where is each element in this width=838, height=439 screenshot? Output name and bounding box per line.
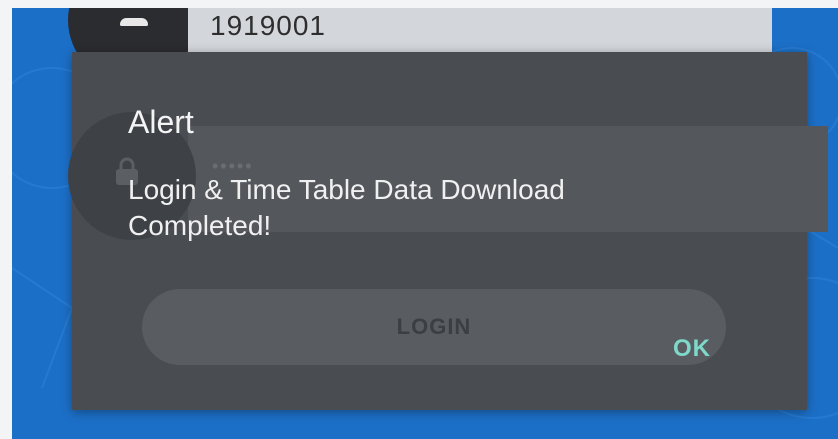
screen-border (0, 0, 838, 8)
alert-dialog: ••••• LOGIN Alert Login & Time Table Dat… (68, 52, 828, 410)
person-icon (120, 18, 148, 26)
ok-button[interactable]: OK (670, 332, 714, 366)
username-value: 1919001 (210, 10, 327, 41)
alert-title: Alert (128, 104, 194, 140)
login-screen: 1919001 ••••• LOGIN Alert Login & Time T… (12, 8, 838, 439)
login-button[interactable]: LOGIN (142, 289, 726, 365)
alert-message: Login & Time Table Data Download Complet… (128, 174, 565, 241)
